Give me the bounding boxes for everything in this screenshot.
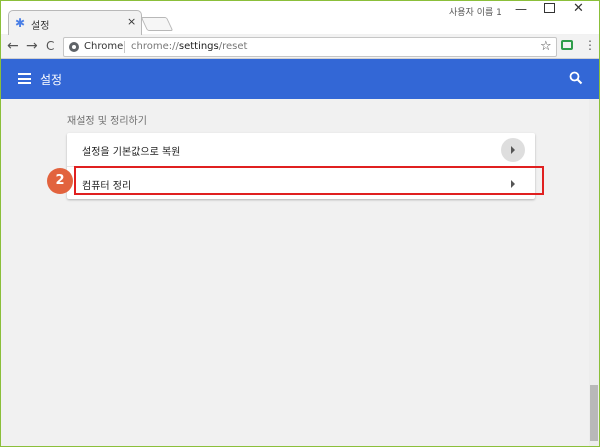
close-window-button[interactable]: ✕ (573, 1, 584, 16)
scrollbar-thumb[interactable] (590, 385, 598, 441)
page-title: 설정 (40, 73, 63, 87)
row-label: 설정을 기본값으로 복원 (82, 147, 181, 158)
extension-icon[interactable] (561, 40, 573, 50)
forward-button[interactable]: → (26, 38, 38, 54)
separator (124, 41, 125, 53)
browser-menu-button[interactable]: ⋮ (584, 38, 596, 52)
back-button[interactable]: ← (7, 38, 19, 54)
maximize-button[interactable] (544, 3, 555, 13)
chevron-right-icon[interactable] (501, 138, 525, 162)
title-bar: ✱ 설정 × 사용자 이름 1 — ✕ (1, 1, 599, 36)
minimize-button[interactable]: — (515, 2, 527, 16)
address-bar[interactable]: Chrome chrome://settings/reset ☆ (63, 37, 557, 57)
section-title: 재설정 및 정리하기 (67, 116, 147, 127)
browser-window: ✱ 설정 × 사용자 이름 1 — ✕ ← → C Chrome chrome:… (1, 1, 599, 446)
bookmark-star-icon[interactable]: ☆ (540, 39, 552, 54)
chrome-site-icon (69, 42, 79, 52)
highlight-box (74, 166, 544, 195)
step-badge: 2 (47, 168, 73, 194)
url-text[interactable]: chrome://settings/reset (131, 41, 247, 52)
reload-button[interactable]: C (46, 39, 54, 53)
gear-icon: ✱ (15, 16, 26, 30)
new-tab-button[interactable] (140, 17, 174, 31)
hamburger-icon[interactable] (18, 73, 31, 84)
restore-defaults-row[interactable]: 설정을 기본값으로 복원 (67, 133, 535, 166)
tab-title: 설정 (31, 21, 50, 32)
site-label: Chrome (84, 41, 124, 52)
search-icon[interactable] (568, 70, 584, 86)
scrollbar[interactable] (589, 99, 599, 446)
tab-close-button[interactable]: × (127, 15, 136, 28)
tab-settings[interactable]: ✱ 설정 × (8, 10, 142, 36)
browser-toolbar: ← → C Chrome chrome://settings/reset ☆ ⋮ (1, 35, 599, 59)
profile-name[interactable]: 사용자 이름 1 (449, 5, 502, 18)
settings-header: 설정 (1, 59, 599, 99)
